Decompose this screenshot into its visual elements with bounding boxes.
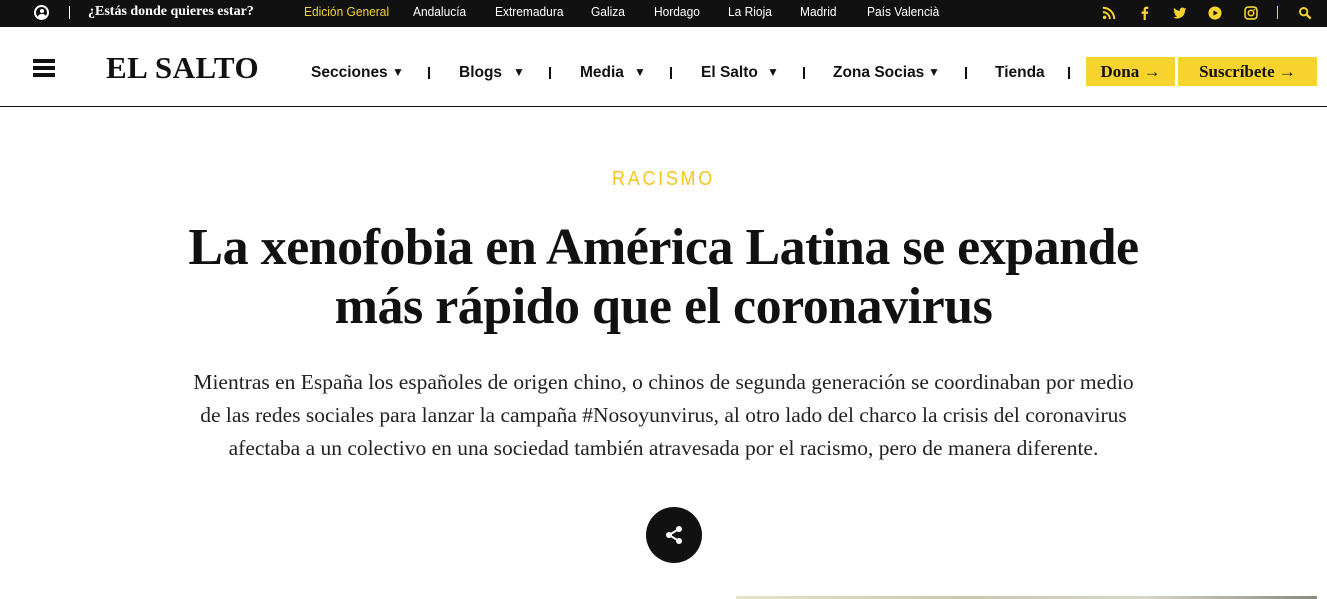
nav-label: Zona Socias — [833, 64, 925, 81]
article-headline: La xenofobia en América Latina se expand… — [100, 218, 1227, 336]
site-logo[interactable]: EL SALTO — [106, 50, 259, 86]
nav-label: Media — [580, 64, 624, 81]
headline-line: La xenofobia en América Latina se expand… — [188, 219, 1139, 276]
nav-divider — [965, 67, 967, 79]
chevron-down-icon: ▼ — [513, 65, 525, 79]
nav-media[interactable]: Media ▼ — [580, 64, 646, 82]
instagram-icon[interactable] — [1243, 5, 1259, 21]
chevron-down-icon: ▼ — [634, 65, 646, 79]
lead-line: afectaba a un colectivo en una sociedad … — [228, 436, 1099, 460]
nav-divider — [1068, 67, 1070, 79]
edition-link-madrid[interactable]: Madrid — [800, 4, 837, 19]
donate-button[interactable]: Dona → — [1086, 57, 1175, 86]
nav-divider — [803, 67, 805, 79]
facebook-icon[interactable] — [1137, 5, 1153, 21]
edition-link-andalucia[interactable]: Andalucía — [413, 4, 466, 19]
subscribe-button[interactable]: Suscríbete → — [1178, 57, 1317, 86]
edition-link-galiza[interactable]: Galiza — [591, 4, 625, 19]
chevron-down-icon: ▼ — [928, 65, 940, 79]
main-header: EL SALTO Secciones ▼ Blogs ▼ Media ▼ El … — [0, 27, 1327, 107]
nav-label: Tienda — [995, 64, 1045, 81]
nav-blogs[interactable]: Blogs ▼ — [459, 64, 525, 82]
nav-zona-socias[interactable]: Zona Socias ▼ — [833, 64, 940, 82]
rss-icon[interactable] — [1101, 5, 1117, 21]
article-lead: Mientras en España los españoles de orig… — [175, 366, 1152, 465]
nav-divider — [549, 67, 551, 79]
chevron-down-icon: ▼ — [767, 65, 779, 79]
search-icon[interactable] — [1297, 5, 1313, 21]
social-links — [1100, 5, 1320, 21]
hamburger-menu-icon[interactable] — [33, 59, 55, 77]
headline-line: más rápido que el coronavirus — [334, 278, 993, 335]
user-account-icon[interactable] — [34, 5, 49, 20]
edition-link-la-rioja[interactable]: La Rioja — [728, 4, 772, 19]
divider — [1277, 6, 1278, 19]
share-button[interactable] — [646, 507, 702, 563]
edition-link-extremadura[interactable]: Extremadura — [495, 4, 563, 19]
lead-line: de las redes sociales para lanzar la cam… — [200, 403, 1127, 427]
article-category[interactable]: RACISMO — [66, 168, 1260, 191]
top-bar: ¿Estás donde quieres estar? Edición Gene… — [0, 0, 1327, 27]
edition-link-general[interactable]: Edición General — [304, 4, 389, 19]
lead-line: Mientras en España los españoles de orig… — [193, 370, 1134, 394]
chevron-down-icon: ▼ — [392, 65, 404, 79]
nav-secciones[interactable]: Secciones ▼ — [311, 64, 404, 82]
nav-tienda[interactable]: Tienda — [995, 64, 1045, 82]
edition-question: ¿Estás donde quieres estar? — [88, 4, 254, 19]
nav-label: El Salto — [701, 64, 758, 81]
youtube-icon[interactable] — [1207, 5, 1223, 21]
twitter-icon[interactable] — [1172, 5, 1188, 21]
nav-divider — [428, 67, 430, 79]
divider — [69, 6, 70, 19]
share-icon — [666, 526, 682, 544]
edition-link-pais-valencia[interactable]: País Valencià — [867, 4, 939, 19]
edition-link-hordago[interactable]: Hordago — [654, 4, 700, 19]
nav-label: Secciones — [311, 64, 388, 81]
nav-divider — [670, 67, 672, 79]
nav-el-salto[interactable]: El Salto ▼ — [701, 64, 779, 82]
nav-label: Blogs — [459, 64, 503, 81]
